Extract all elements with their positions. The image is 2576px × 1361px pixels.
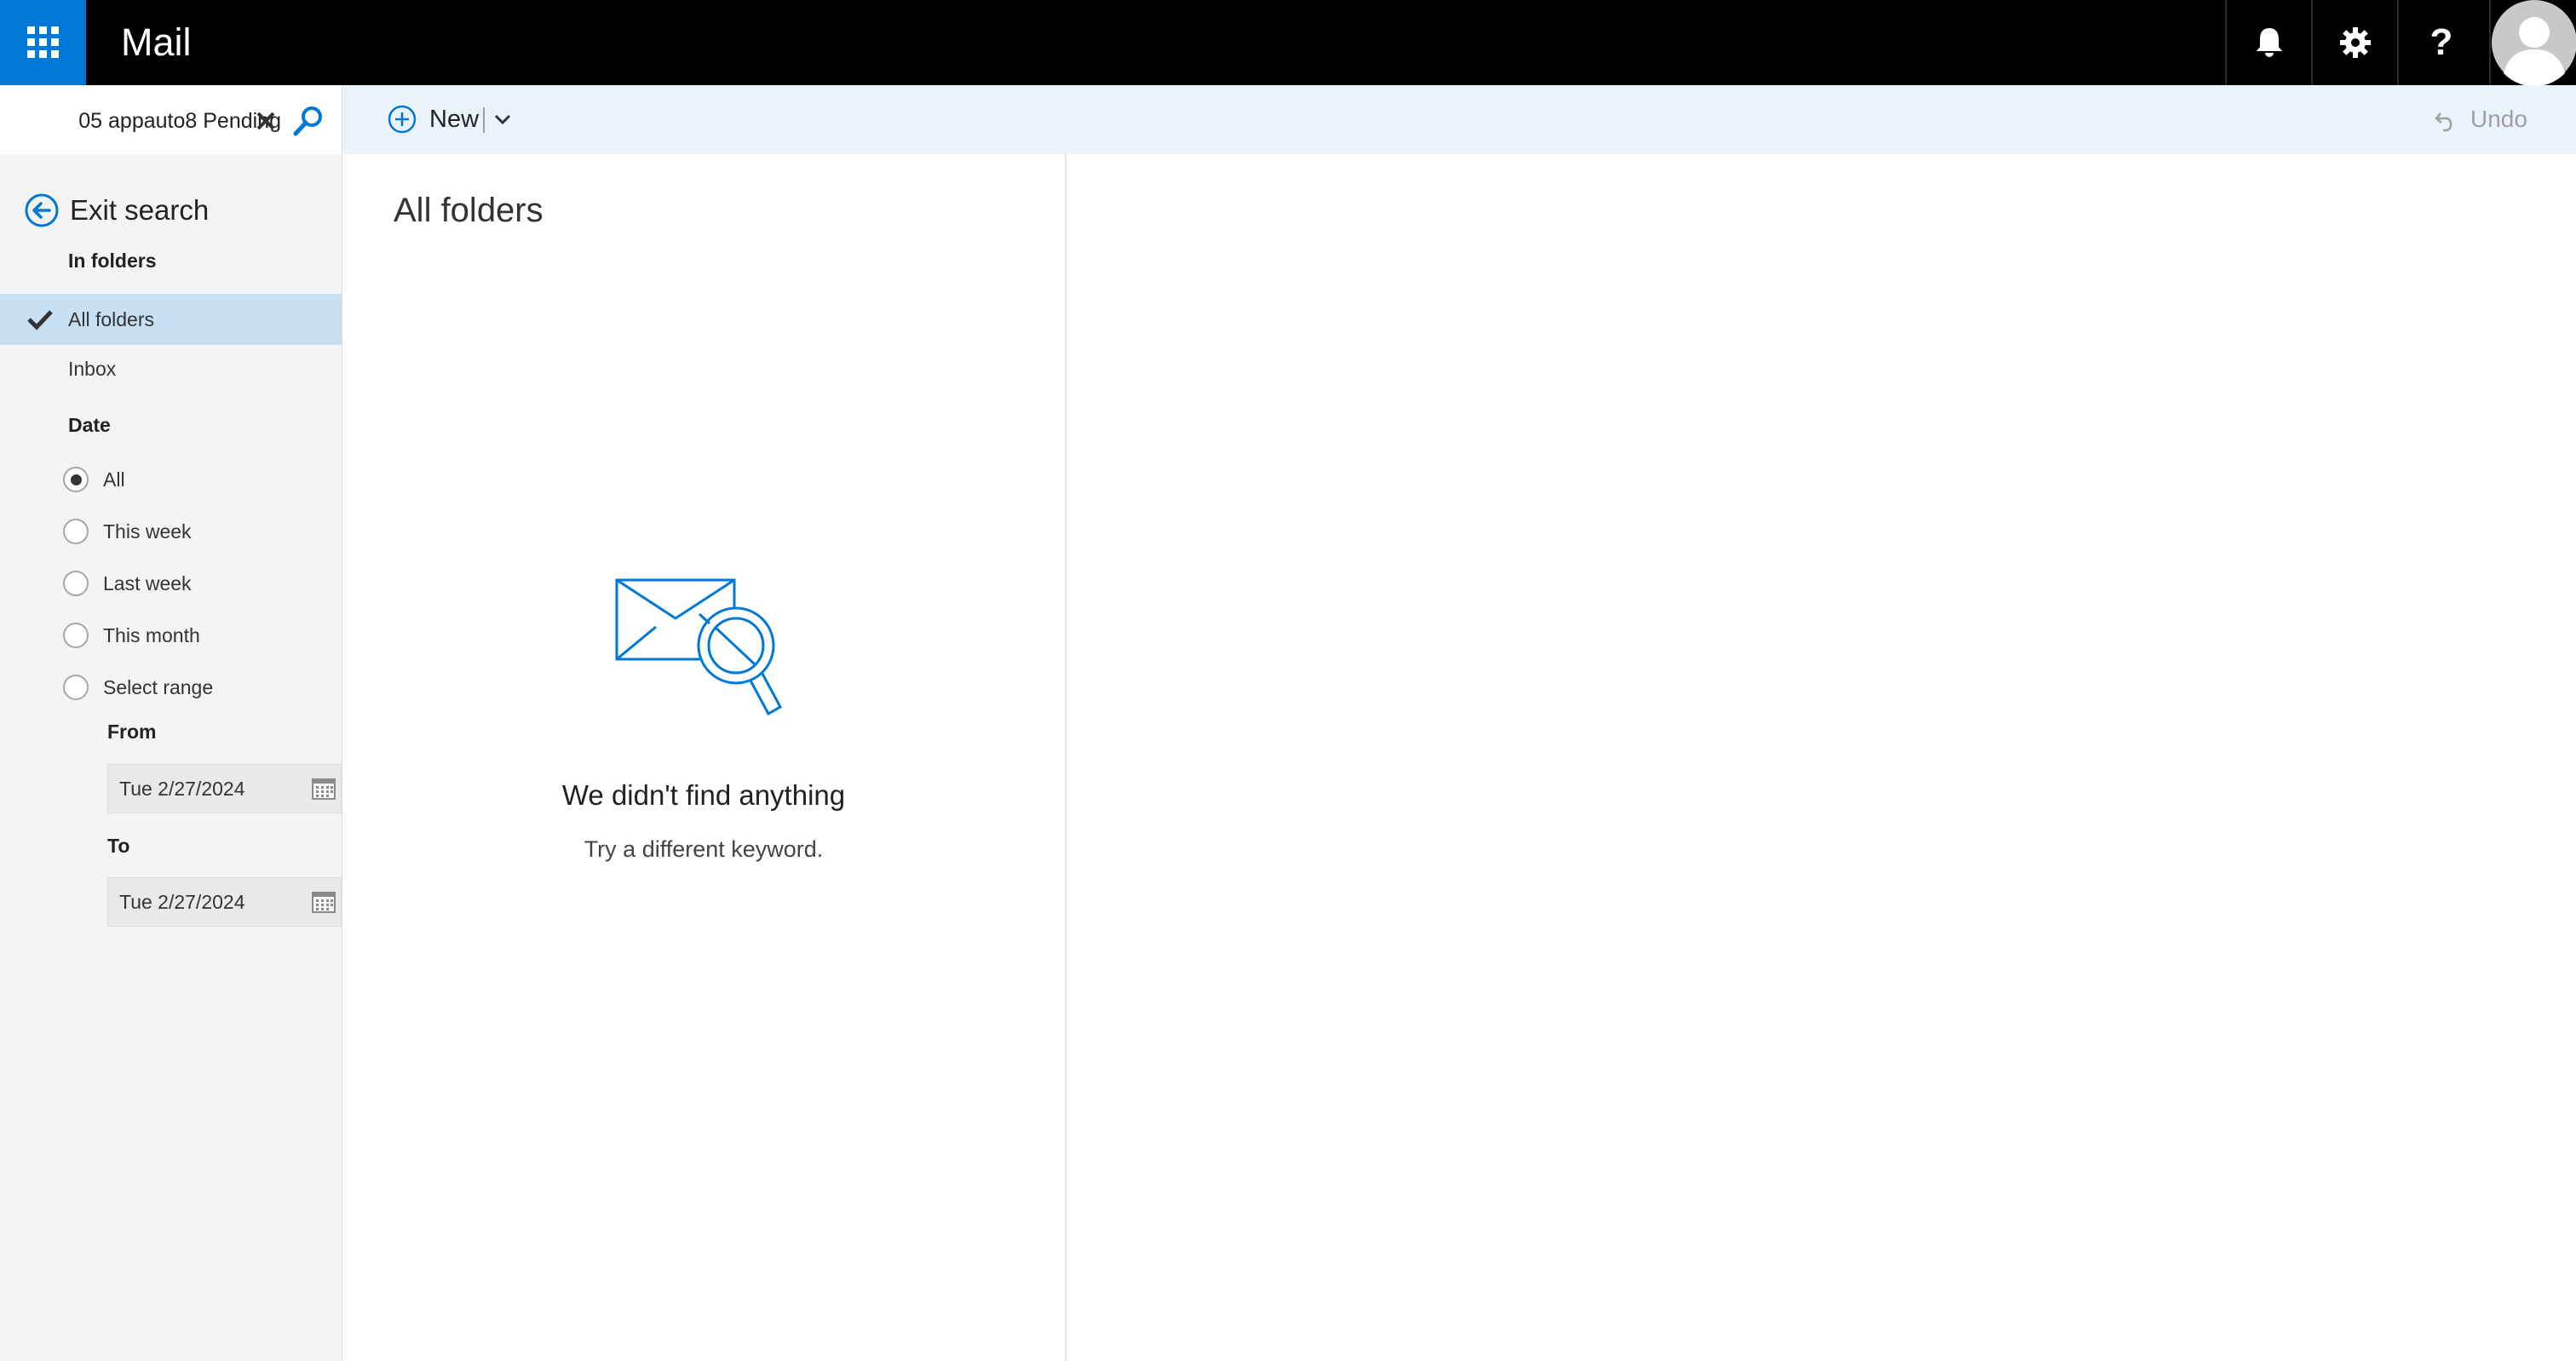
date-option-label: This week [103,520,192,543]
from-date-field[interactable]: Tue 2/27/2024 [107,764,342,813]
radio-button[interactable] [63,623,89,648]
calendar-icon[interactable] [312,891,336,913]
help-button[interactable]: ? [2397,0,2484,85]
to-date-field[interactable]: Tue 2/27/2024 [107,877,342,927]
to-date-value: Tue 2/27/2024 [119,890,245,913]
search-input[interactable] [26,102,281,140]
left-pane [0,85,342,1361]
search-button[interactable] [290,102,327,140]
no-results-illustration-icon [615,578,783,716]
undo-icon [2435,112,2452,132]
in-folders-heading: In folders [68,250,157,272]
from-date-value: Tue 2/27/2024 [119,777,245,800]
date-option-this-week[interactable]: This week [63,514,192,548]
undo-button[interactable]: Undo [2433,102,2527,136]
chevron-down-icon [494,114,511,125]
new-dropdown-button[interactable] [489,106,516,133]
settings-button[interactable] [2311,0,2398,85]
undo-label: Undo [2470,106,2527,132]
app-launcher-icon [26,26,59,58]
date-option-last-week[interactable]: Last week [63,566,192,600]
date-option-label: Last week [103,571,192,594]
exit-search-label: Exit search [70,194,210,226]
date-option-select-range[interactable]: Select range [63,670,213,704]
notifications-button[interactable] [2225,0,2312,85]
date-option-label: All [103,468,125,491]
radio-button[interactable] [63,571,89,596]
radio-button[interactable] [63,675,89,700]
radio-button[interactable] [63,467,89,492]
folder-item-all-folders[interactable]: All folders [0,294,342,345]
close-icon [256,112,275,130]
list-title: All folders [394,192,543,229]
command-bar [342,85,2576,154]
message-list-pane [342,154,1067,1361]
calendar-icon[interactable] [312,778,336,800]
gear-icon [2340,27,2371,58]
add-circle-icon [388,105,417,134]
date-option-label: This month [103,623,200,646]
folder-item-label: Inbox [68,357,117,380]
new-button[interactable]: New [387,100,479,138]
clear-search-button[interactable] [252,107,279,135]
folder-item-inbox[interactable]: Inbox [0,343,342,394]
bell-icon [2257,28,2282,57]
app-launcher-button[interactable] [0,0,86,85]
search-icon [293,106,322,136]
person-avatar-icon [2492,0,2576,85]
back-arrow-icon [25,193,59,227]
divider [483,107,485,133]
date-option-all[interactable]: All [63,462,125,497]
date-option-label: Select range [103,675,214,698]
question-icon: ? [2429,21,2453,63]
top-bar [0,0,2576,85]
folder-item-label: All folders [68,307,154,330]
empty-state-title: We didn't find anything [561,779,846,811]
new-button-label: New [429,105,480,133]
exit-search-button[interactable]: Exit search [24,189,209,232]
avatar[interactable] [2489,0,2576,85]
app-title: Mail [121,20,192,64]
empty-state-subtitle: Try a different keyword. [584,836,824,862]
date-option-this-month[interactable]: This month [63,618,200,652]
to-label: To [107,835,130,857]
checkmark-icon [27,310,53,330]
radio-button[interactable] [63,519,89,544]
from-label: From [107,721,157,743]
date-heading: Date [68,414,111,436]
reading-pane [1067,154,2576,1361]
